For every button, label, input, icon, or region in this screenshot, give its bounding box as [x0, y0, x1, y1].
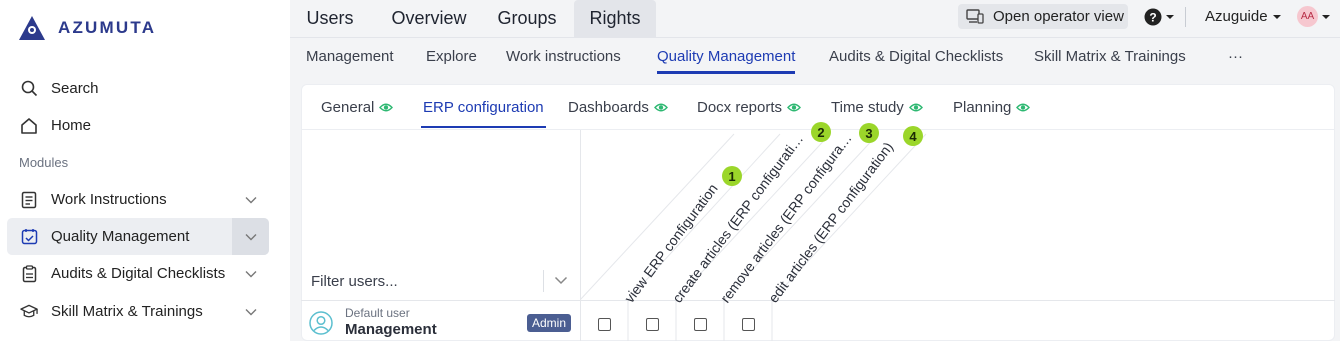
filter-users-input[interactable]: Filter users...: [311, 273, 398, 290]
sidebar-item-label: Work Instructions: [51, 191, 167, 208]
organization-selector[interactable]: Azuguide: [1205, 8, 1282, 25]
tab-overview[interactable]: Overview: [384, 0, 474, 37]
tab-label: Time study: [831, 99, 904, 116]
graduation-cap-icon: [20, 303, 38, 321]
tab-rights[interactable]: Rights: [574, 0, 656, 37]
sidebar-item-label: Search: [51, 80, 99, 97]
tab-label: General: [321, 99, 375, 116]
subnav-label: ···: [1228, 47, 1243, 65]
tab-label: Overview: [391, 8, 467, 28]
subnav-label: Quality Management: [657, 47, 796, 65]
azumuta-logo[interactable]: AZUMUTA: [18, 15, 156, 41]
eye-icon: [653, 103, 668, 112]
sidebar-item-label: Home: [51, 117, 92, 134]
azumuta-logo-icon: [19, 16, 45, 40]
sidebar-item-home[interactable]: Home: [7, 107, 269, 144]
sidebar-item-label: Audits & Digital Checklists: [51, 265, 226, 282]
calendar-check-icon: [20, 228, 38, 246]
caret-down-icon: [1166, 15, 1174, 19]
svg-text:?: ?: [1149, 11, 1156, 25]
permission-checkbox[interactable]: [646, 318, 659, 331]
chevron-down-icon[interactable]: [554, 276, 568, 285]
eye-icon: [908, 103, 923, 112]
caret-down-icon: [1272, 14, 1281, 19]
sidebar-item-audits[interactable]: Audits & Digital Checklists: [7, 255, 269, 292]
top-header: Users Overview Groups Rights Open operat…: [290, 0, 1340, 37]
admin-badge: Admin: [527, 314, 572, 332]
permission-checkbox[interactable]: [598, 318, 611, 331]
tab-label: Users: [306, 8, 354, 28]
divider: [543, 270, 544, 292]
chevron-down-icon[interactable]: [232, 181, 269, 218]
sidebar-item-search[interactable]: Search: [7, 70, 269, 107]
more-menu-icon[interactable]: ···: [1228, 38, 1243, 74]
eye-icon: [787, 103, 801, 112]
user-subtitle: Default user: [345, 306, 410, 320]
brand-name: AZUMUTA: [58, 18, 157, 37]
operator-button-label: Open operator view: [993, 8, 1124, 25]
subnav-label: Explore: [426, 47, 477, 65]
search-icon: [20, 80, 38, 98]
permission-checkbox[interactable]: [742, 318, 755, 331]
subnav-skill-matrix[interactable]: Skill Matrix & Trainings: [1034, 38, 1186, 74]
devices-icon: [966, 9, 984, 24]
subnav-label: Management: [306, 47, 394, 65]
modules-heading: Modules: [19, 155, 69, 170]
home-icon: [20, 117, 38, 135]
tab-label: Rights: [589, 8, 641, 28]
subnav-label: Work instructions: [506, 47, 621, 65]
number-badge: 3: [859, 123, 879, 143]
subnav-work-instructions[interactable]: Work instructions: [506, 38, 621, 74]
tab-general[interactable]: General: [321, 99, 394, 129]
subnav-explore[interactable]: Explore: [426, 38, 477, 74]
number-badge: 4: [903, 126, 923, 146]
chevron-down-icon[interactable]: [232, 293, 269, 330]
sidebar: AZUMUTA Search Home Modules Work Instruc…: [0, 0, 290, 341]
eye-icon: [1016, 103, 1031, 112]
permission-checkbox[interactable]: [694, 318, 707, 331]
subnav-audits[interactable]: Audits & Digital Checklists: [829, 38, 1003, 74]
chevron-down-icon[interactable]: [232, 255, 269, 292]
sidebar-item-label: Quality Management: [51, 228, 190, 245]
tab-users[interactable]: Users: [302, 0, 358, 37]
help-icon: ?: [1144, 8, 1162, 26]
subnav-management[interactable]: Management: [306, 38, 394, 74]
sidebar-item-skill-matrix[interactable]: Skill Matrix & Trainings: [7, 293, 269, 330]
chevron-down-icon[interactable]: [232, 218, 269, 255]
organization-name: Azuguide: [1205, 8, 1268, 25]
caret-down-icon[interactable]: [1321, 14, 1331, 20]
tab-label: Groups: [497, 8, 557, 28]
subnav-label: Skill Matrix & Trainings: [1034, 47, 1186, 65]
sidebar-item-work-instructions[interactable]: Work Instructions: [7, 181, 269, 218]
tab-label: ERP configuration: [423, 99, 544, 116]
sidebar-item-label: Skill Matrix & Trainings: [51, 303, 203, 320]
tab-label: Dashboards: [568, 99, 649, 116]
help-menu[interactable]: ?: [1144, 8, 1175, 26]
subnav-label: Audits & Digital Checklists: [829, 47, 1004, 65]
tab-groups[interactable]: Groups: [492, 0, 562, 37]
number-badge: 1: [722, 166, 742, 186]
tab-label: Docx reports: [697, 99, 783, 116]
tab-label: Planning: [953, 99, 1012, 116]
user-icon: [309, 311, 333, 335]
eye-icon: [379, 103, 394, 112]
document-icon: [20, 191, 38, 209]
divider: [1185, 7, 1186, 27]
clipboard-icon: [20, 264, 38, 283]
user-name[interactable]: Management: [345, 321, 437, 338]
tab-erp-configuration[interactable]: ERP configuration: [421, 99, 546, 129]
open-operator-view-button[interactable]: Open operator view: [958, 4, 1128, 29]
sidebar-item-quality-management[interactable]: Quality Management: [7, 218, 269, 255]
avatar[interactable]: AA: [1297, 6, 1318, 27]
number-badge: 2: [811, 122, 831, 142]
sub-navigation: Management Explore Work instructions Qua…: [290, 37, 1340, 74]
subnav-quality-management[interactable]: Quality Management: [657, 38, 796, 74]
